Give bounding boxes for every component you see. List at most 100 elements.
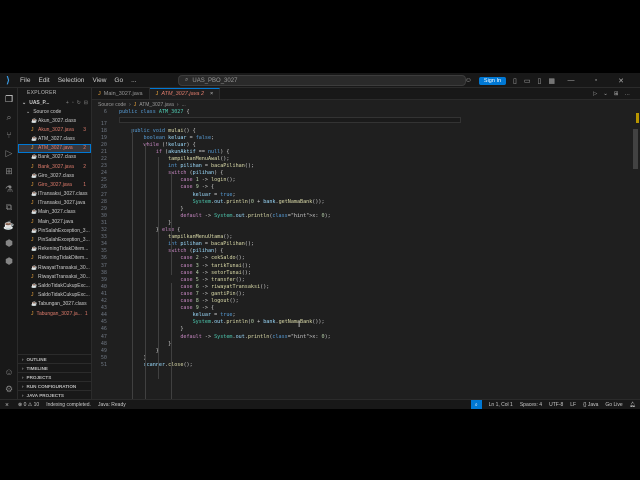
file-item[interactable]: J PinSalahException_3... <box>18 235 91 244</box>
close-tab-icon[interactable]: × <box>210 91 213 97</box>
search-status-icon[interactable]: ⌕ <box>470 400 482 409</box>
source-code-folder[interactable]: ⌄ Source code <box>18 107 91 116</box>
accounts-icon[interactable]: ☺ <box>465 77 472 84</box>
encoding[interactable]: UTF-8 <box>549 402 563 408</box>
tab-main-java[interactable]: J Main_3027.java <box>92 88 150 99</box>
file-item[interactable]: J Bank_3027.java 2 <box>18 162 91 171</box>
menu-go[interactable]: Go <box>114 77 123 84</box>
file-item[interactable]: ☕ Akun_3027.class <box>18 116 91 125</box>
code-line[interactable]: 24 switch (pilihan) { <box>92 170 630 177</box>
explorer-icon[interactable]: ❐ <box>3 93 15 105</box>
toggle-secondary-sidebar-icon[interactable]: ▯ <box>538 77 542 85</box>
go-live-button[interactable]: Go Live <box>605 402 622 408</box>
file-item[interactable]: J RiwayatTransaksi_30... <box>18 272 91 281</box>
manage-gear-icon[interactable]: ⚙ <box>3 383 15 395</box>
testing-icon[interactable]: ⚗ <box>3 183 15 195</box>
code-line[interactable]: 44 keluar = true; <box>92 312 630 319</box>
maximize-icon[interactable]: ▫ <box>587 77 605 84</box>
code-line[interactable]: 48 } <box>92 340 630 347</box>
section-timeline[interactable]: › TIMELINE <box>18 363 92 372</box>
code-line[interactable]: 18 public void mulai() { <box>92 127 630 134</box>
file-item[interactable]: ☕ Main_3027.class <box>18 208 91 217</box>
code-line[interactable]: 36 case 2 -> cekSaldo(); <box>92 255 630 262</box>
run-debug-icon[interactable]: ▷ <box>3 147 15 159</box>
code-line[interactable]: 43 case 9 -> { <box>92 305 630 312</box>
breadcrumb-folder[interactable]: Source code <box>98 102 126 108</box>
source-control-icon[interactable]: ⑂ <box>3 129 15 141</box>
code-line[interactable]: 38 case 4 -> setorTunai(); <box>92 269 630 276</box>
split-editor-icon[interactable]: ⊞ <box>614 91 619 97</box>
command-center[interactable]: ⌕ UAS_PBO_3027 <box>178 75 466 86</box>
problems-count[interactable]: ⊗ 0 ⚠ 10 <box>18 402 39 408</box>
code-line[interactable]: 22 tampilkanMenuAwal(); <box>92 156 630 163</box>
new-folder-icon[interactable]: ▫ <box>72 100 74 106</box>
code-line[interactable]: 26 case 9 -> { <box>92 184 630 191</box>
menu-edit[interactable]: Edit <box>38 77 49 84</box>
toggle-sidebar-icon[interactable]: ▯ <box>513 77 517 85</box>
search-view-icon[interactable]: ⌕ <box>3 111 15 123</box>
code-line[interactable]: 32 } else { <box>92 227 630 234</box>
customize-layout-icon[interactable]: ▦ <box>548 77 555 85</box>
file-item[interactable]: ☕ RekeningTidakDitem... <box>18 245 91 254</box>
extensions-icon[interactable]: ⊞ <box>3 165 15 177</box>
file-item[interactable]: ☕ ATM_3027.class <box>18 134 91 143</box>
menu-view[interactable]: View <box>92 77 106 84</box>
java-projects-icon[interactable]: ☕ <box>3 219 15 231</box>
file-item[interactable]: J Main_3027.java <box>18 217 91 226</box>
java-status[interactable]: Java: Ready <box>98 402 126 408</box>
code-line[interactable]: 37 case 3 -> tarikTunai(); <box>92 262 630 269</box>
sign-in-button[interactable]: Sign In <box>478 76 507 85</box>
docker-icon[interactable]: ⬢ <box>3 237 15 249</box>
editor-scrollbar[interactable] <box>633 129 638 169</box>
file-item[interactable]: ☕ ITransaksi_3027.class <box>18 190 91 199</box>
section-outline[interactable]: › OUTLINE <box>18 354 92 363</box>
code-line[interactable]: 30 default -> System.out.println(class="… <box>92 212 630 219</box>
run-icon[interactable]: ▷ <box>593 91 597 97</box>
section-java-projects[interactable]: › JAVA PROJECTS <box>18 390 92 399</box>
code-line[interactable]: 40 case 6 -> riwayatTransaksi(); <box>92 283 630 290</box>
more-actions-icon[interactable]: … <box>625 91 631 97</box>
file-item[interactable]: J RekeningTidakDitem... <box>18 254 91 263</box>
code-line[interactable]: 29 } <box>92 205 630 212</box>
code-line[interactable]: 51 scanner.close(); <box>92 362 630 369</box>
code-line[interactable]: 49 } <box>92 347 630 354</box>
file-item[interactable]: ☕ Bank_3027.class <box>18 153 91 162</box>
code-line[interactable]: 41 case 7 -> gantiPin(); <box>92 291 630 298</box>
code-line[interactable]: 20 while (!keluar) { <box>92 141 630 148</box>
code-line[interactable]: 50 } <box>92 354 630 361</box>
code-line[interactable]: 21 if (akunAktif == null) { <box>92 149 630 156</box>
language-mode[interactable]: {} Java <box>583 402 598 408</box>
file-item[interactable]: ☕ SaldoTidakCukupExc... <box>18 281 91 290</box>
code-line[interactable]: 17 <box>92 120 630 127</box>
toggle-panel-icon[interactable]: ▭ <box>524 77 531 85</box>
file-item[interactable]: J SaldoTidakCukupExc... <box>18 291 91 300</box>
refresh-icon[interactable]: ↻ <box>77 100 81 106</box>
code-editor[interactable]: 6 public class ATM_3027 {17 18 public void… <box>92 109 630 399</box>
minimize-icon[interactable]: — <box>562 77 580 84</box>
code-line[interactable]: 42 case 8 -> logout(); <box>92 298 630 305</box>
collapse-all-icon[interactable]: ⊟ <box>84 100 88 106</box>
code-line[interactable]: 34 int pilihan = bacaPilihan(); <box>92 241 630 248</box>
code-line[interactable]: 47 default -> System.out.println(class="… <box>92 333 630 340</box>
file-item[interactable]: ☕ PinSalahException_3... <box>18 226 91 235</box>
breadcrumb-file[interactable]: ATM_3027.java <box>139 102 174 108</box>
code-line[interactable]: 23 int pilihan = bacaPilihan(); <box>92 163 630 170</box>
cursor-position[interactable]: Ln 1, Col 1 <box>489 402 513 408</box>
code-line[interactable]: 25 case 1 -> login(); <box>92 177 630 184</box>
file-item[interactable]: J Akun_3027.java 3 <box>18 125 91 134</box>
tab-atm-java[interactable]: J ATM_3027.java 2 × <box>149 88 221 99</box>
file-item[interactable]: ☕ Tabungan_3027.class <box>18 300 91 309</box>
file-item[interactable]: J ATM_3027.java 2 <box>18 143 91 153</box>
line-ending[interactable]: LF <box>570 402 576 408</box>
menu-more[interactable]: ... <box>131 77 136 84</box>
code-line[interactable]: 33 tampilkanMenuUtama(); <box>92 234 630 241</box>
indentation[interactable]: Spaces: 4 <box>520 402 542 408</box>
close-window-icon[interactable]: ✕ <box>612 77 630 85</box>
code-line[interactable]: 46 } <box>92 326 630 333</box>
file-item[interactable]: J ITransaksi_3027.java <box>18 199 91 208</box>
menu-file[interactable]: File <box>20 77 30 84</box>
code-line[interactable]: 45 System.out.println(0 + bank.getNamaBa… <box>92 319 630 326</box>
code-line[interactable]: 39 case 5 -> transfer(); <box>92 276 630 283</box>
run-dropdown-icon[interactable]: ⌄ <box>603 91 608 97</box>
menu-selection[interactable]: Selection <box>58 77 85 84</box>
